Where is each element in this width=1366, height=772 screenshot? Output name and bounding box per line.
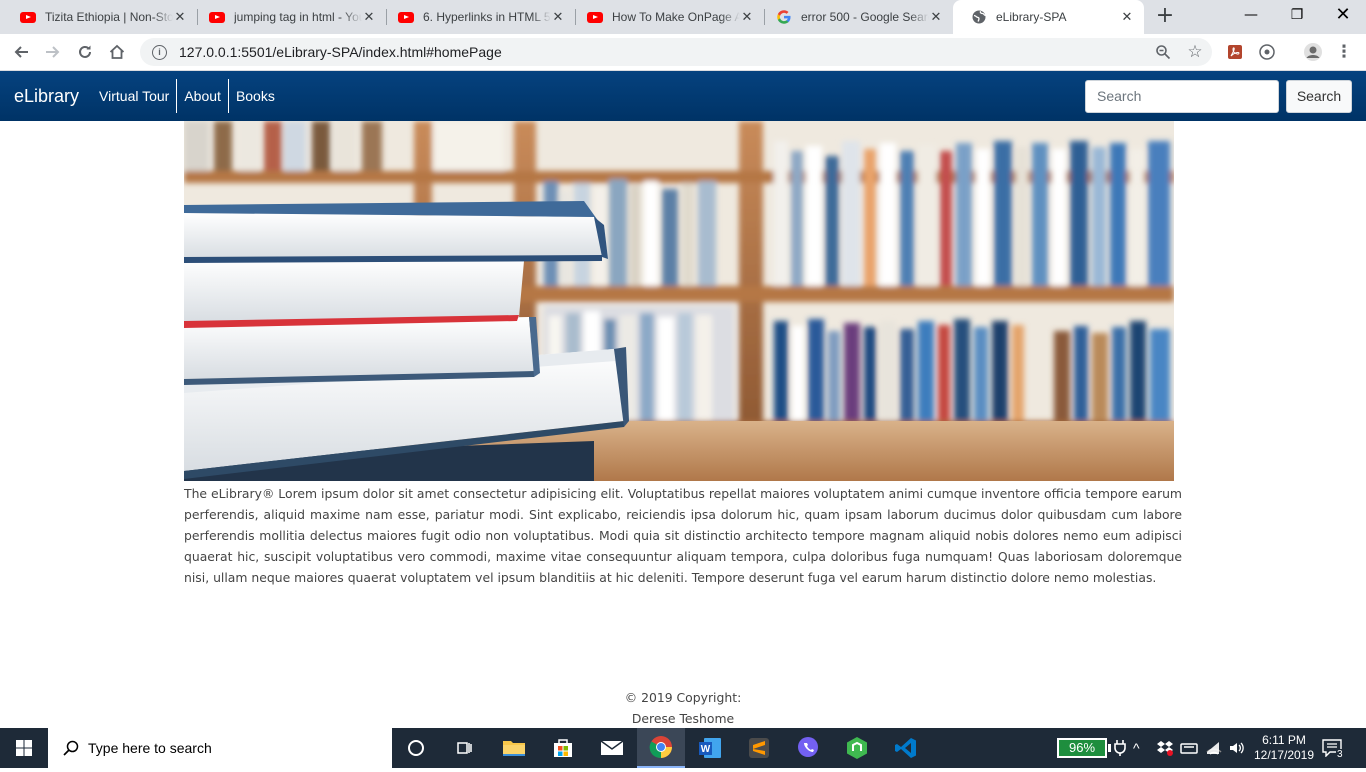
youtube-icon <box>20 9 36 25</box>
taskbar-search-input[interactable]: Type here to search <box>48 728 392 768</box>
taskbar-search-placeholder: Type here to search <box>88 740 212 756</box>
browser-tab-active[interactable]: eLibrary-SPA ✕ <box>953 0 1144 34</box>
network-device-icon[interactable] <box>1180 728 1198 768</box>
forward-icon[interactable] <box>40 39 66 65</box>
zoom-icon[interactable] <box>1150 39 1176 65</box>
library-description: The eLibrary® Lorem ipsum dolor sit amet… <box>184 486 1182 585</box>
clock-time: 6:11 PM <box>1262 733 1306 747</box>
svg-text:W: W <box>701 744 711 755</box>
tab-title: How To Make OnPage Anchor <box>612 10 740 24</box>
copyright-text: © 2019 Copyright: <box>624 690 742 705</box>
hero-image-library-books <box>184 121 1174 481</box>
youtube-icon <box>209 9 225 25</box>
bookmark-star-icon[interactable]: ☆ <box>1182 39 1208 65</box>
home-icon[interactable] <box>104 39 130 65</box>
microsoft-store-icon[interactable] <box>539 728 587 768</box>
google-icon <box>776 9 792 25</box>
back-icon[interactable] <box>8 39 34 65</box>
wifi-icon[interactable] <box>1205 728 1223 768</box>
close-tab-icon[interactable]: ✕ <box>551 9 565 25</box>
close-tab-icon[interactable]: ✕ <box>1120 9 1134 25</box>
extension-icon[interactable] <box>1254 39 1280 65</box>
site-navbar: eLibrary Virtual Tour About Books Search… <box>0 71 1366 121</box>
search-icon <box>63 740 79 756</box>
tab-title: 6. Hyperlinks in HTML 5 <box>423 10 551 24</box>
browser-toolbar: i 127.0.0.1:5501/eLibrary-SPA/index.html… <box>0 34 1366 71</box>
profile-avatar-icon[interactable] <box>1300 39 1326 65</box>
cortana-icon[interactable] <box>392 728 440 768</box>
tab-title: eLibrary-SPA <box>996 10 1067 24</box>
url-text: 127.0.0.1:5501/eLibrary-SPA/index.html#h… <box>179 44 502 60</box>
window-close-icon[interactable]: ✕ <box>1320 0 1366 30</box>
mail-icon[interactable] <box>588 728 636 768</box>
tab-title: jumping tag in html - YouTube <box>234 10 362 24</box>
node-app-icon[interactable] <box>833 728 881 768</box>
site-brand[interactable]: eLibrary <box>14 86 79 107</box>
site-footer: © 2019 Copyright: Derese Teshome <box>0 687 1366 729</box>
close-tab-icon[interactable]: ✕ <box>740 9 754 25</box>
new-tab-icon[interactable]: + <box>1152 4 1178 30</box>
youtube-icon <box>587 9 603 25</box>
dropbox-icon[interactable] <box>1156 728 1174 768</box>
word-icon[interactable]: W <box>686 728 734 768</box>
youtube-icon <box>398 9 414 25</box>
battery-percent: 96% <box>1057 738 1108 758</box>
clock-date: 12/17/2019 <box>1253 748 1315 762</box>
sublime-text-icon[interactable] <box>735 728 783 768</box>
reload-icon[interactable] <box>72 39 98 65</box>
author-name: Derese Teshome <box>631 711 735 726</box>
nav-about[interactable]: About <box>176 79 228 113</box>
browser-tab[interactable]: How To Make OnPage Anchor ✕ <box>569 0 764 34</box>
browser-tab[interactable]: error 500 - Google Search ✕ <box>758 0 953 34</box>
power-plug-icon[interactable] <box>1114 728 1126 768</box>
file-explorer-icon[interactable] <box>490 728 538 768</box>
close-tab-icon[interactable]: ✕ <box>173 9 187 25</box>
chrome-menu-icon[interactable]: ⋮ <box>1331 39 1357 65</box>
volume-icon[interactable] <box>1228 728 1246 768</box>
viber-icon[interactable] <box>784 728 832 768</box>
vscode-icon[interactable] <box>882 728 930 768</box>
nav-virtual-tour[interactable]: Virtual Tour <box>92 79 176 113</box>
notification-center-icon[interactable]: 3 <box>1322 728 1350 768</box>
notification-count: 3 <box>1336 748 1344 760</box>
site-search-button[interactable]: Search <box>1286 80 1352 113</box>
browser-tab[interactable]: 6. Hyperlinks in HTML 5 ✕ <box>380 0 575 34</box>
restore-icon[interactable]: ❐ <box>1274 0 1320 30</box>
chrome-icon[interactable] <box>637 728 685 768</box>
windows-taskbar: Type here to search W 96% ^ 6:11 PM 12/1… <box>0 728 1366 768</box>
site-info-icon[interactable]: i <box>152 44 167 60</box>
battery-indicator[interactable]: 96% <box>1057 728 1112 768</box>
minimize-icon[interactable]: — <box>1228 0 1274 30</box>
globe-icon <box>971 9 987 25</box>
site-search-input[interactable]: Search <box>1085 80 1279 113</box>
pdf-extension-icon[interactable] <box>1222 39 1248 65</box>
task-view-icon[interactable] <box>440 728 488 768</box>
close-tab-icon[interactable]: ✕ <box>362 9 376 25</box>
browser-tab[interactable]: Tizita Ethiopia | Non-Stop ✕ <box>2 0 197 34</box>
address-bar[interactable]: i 127.0.0.1:5501/eLibrary-SPA/index.html… <box>140 38 1212 66</box>
tab-title: Tizita Ethiopia | Non-Stop <box>45 10 173 24</box>
tab-title: error 500 - Google Search <box>801 10 929 24</box>
browser-tab-strip: Tizita Ethiopia | Non-Stop ✕ jumping tag… <box>0 0 1366 34</box>
show-hidden-icons[interactable]: ^ <box>1133 728 1140 768</box>
browser-tab[interactable]: jumping tag in html - YouTube ✕ <box>191 0 386 34</box>
clock[interactable]: 6:11 PM 12/17/2019 <box>1252 728 1316 768</box>
nav-books[interactable]: Books <box>227 79 282 113</box>
close-tab-icon[interactable]: ✕ <box>929 9 943 25</box>
start-windows-icon[interactable] <box>0 728 48 768</box>
